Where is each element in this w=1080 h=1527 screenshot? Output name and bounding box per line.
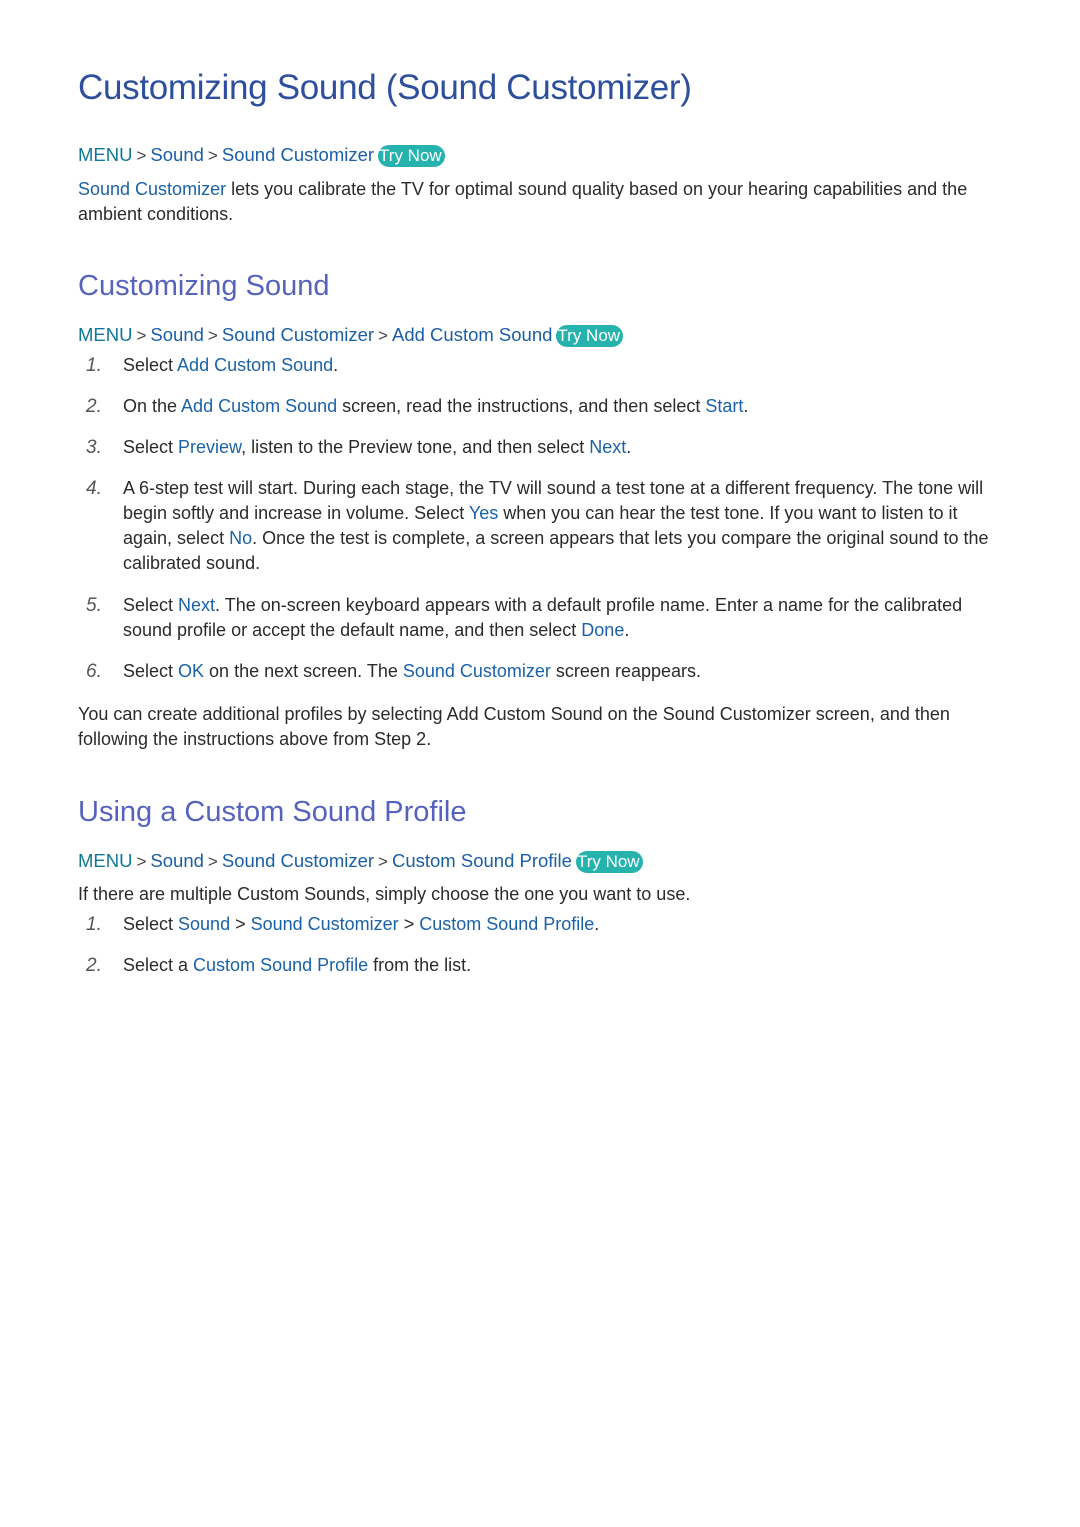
try-now-button[interactable]: Try Now: [556, 325, 624, 347]
step-text: Select a Custom Sound Profile from the l…: [123, 955, 472, 975]
menu-path-intro: MENU > Sound > Sound Customizer Try Now: [78, 144, 445, 167]
intro-description: Sound Customizer lets you calibrate the …: [78, 179, 968, 224]
step-text: Select Preview, listen to the Preview to…: [123, 437, 632, 457]
section-heading-customizing-sound: Customizing Sound: [78, 270, 330, 302]
step-number: 1.: [86, 914, 102, 935]
chevron-right-icon: >: [207, 852, 218, 871]
step-text: Select Next. The on-screen keyboard appe…: [123, 595, 963, 640]
list-item: 4. A 6-step test will start. During each …: [78, 476, 1008, 576]
chevron-right-icon: >: [230, 914, 251, 934]
list-item: 2. On the Add Custom Sound screen, read t…: [78, 394, 1008, 419]
menu-link[interactable]: Add Custom Sound: [181, 396, 337, 416]
path-item-sound-customizer[interactable]: Sound Customizer: [222, 144, 374, 165]
menu-link[interactable]: Sound: [178, 914, 230, 934]
list-item: 2. Select a Custom Sound Profile from the…: [78, 953, 1008, 978]
menu-link[interactable]: Preview: [178, 437, 241, 457]
try-now-button[interactable]: Try Now: [575, 851, 643, 873]
path-item-add-custom-sound[interactable]: Add Custom Sound: [392, 324, 552, 345]
menu-link[interactable]: Next: [178, 595, 215, 615]
menu-link[interactable]: Done: [581, 620, 624, 640]
menu-link[interactable]: Sound Customizer: [251, 914, 399, 934]
list-item: 1. Select Sound > Sound Customizer > Cust…: [78, 912, 1008, 937]
menu-link[interactable]: OK: [178, 661, 204, 681]
step-number: 6.: [86, 661, 102, 682]
menu-link[interactable]: No: [229, 528, 252, 548]
step-text: On the Add Custom Sound screen, read the…: [123, 396, 749, 416]
path-item-sound-customizer[interactable]: Sound Customizer: [222, 324, 374, 345]
chevron-right-icon: >: [378, 326, 388, 345]
path-item-menu[interactable]: MENU: [78, 850, 132, 871]
page-title: Customizing Sound (Sound Customizer): [78, 68, 692, 107]
menu-link[interactable]: Add Custom Sound: [177, 355, 333, 375]
menu-link[interactable]: Start: [705, 396, 743, 416]
chevron-right-icon: >: [207, 146, 218, 165]
menu-link[interactable]: Custom Sound Profile: [193, 955, 368, 975]
additional-profiles-note: You can create additional profiles by se…: [78, 704, 950, 749]
step-number: 2.: [86, 396, 102, 417]
menu-link[interactable]: Yes: [469, 503, 498, 523]
profile-description: If there are multiple Custom Sounds, sim…: [78, 884, 691, 904]
sound-customizer-link[interactable]: Sound Customizer: [78, 179, 226, 199]
path-item-sound-customizer[interactable]: Sound Customizer: [222, 850, 374, 871]
path-item-menu[interactable]: MENU: [78, 144, 132, 165]
step-text: A 6-step test will start. During each st…: [123, 478, 989, 573]
path-item-menu[interactable]: MENU: [78, 324, 132, 345]
chevron-right-icon: >: [398, 914, 420, 934]
menu-path-custom-sound-profile: MENU > Sound > Sound Customizer > Custom Sound…: [78, 850, 643, 873]
step-text: Select OK on the next screen. The Sound …: [123, 661, 702, 681]
chevron-right-icon: >: [136, 146, 147, 165]
chevron-right-icon: >: [136, 852, 147, 871]
menu-link[interactable]: Sound Customizer: [403, 661, 551, 681]
try-now-button[interactable]: Try Now: [378, 145, 445, 167]
section-heading-using-profile: Using a Custom Sound Profile: [78, 796, 467, 828]
list-item: 3. Select Preview, listen to the Preview …: [78, 435, 1008, 460]
step-number: 1.: [86, 355, 102, 376]
menu-link[interactable]: Custom Sound Profile: [419, 914, 594, 934]
menu-path-add-custom-sound: MENU > Sound > Sound Customizer > Add Custom S…: [78, 324, 624, 347]
step-number: 3.: [86, 437, 102, 458]
path-item-sound[interactable]: Sound: [150, 144, 204, 165]
path-item-sound[interactable]: Sound: [150, 324, 204, 345]
chevron-right-icon: >: [378, 852, 388, 871]
step-number: 5.: [86, 595, 102, 616]
list-item: 5. Select Next. The on-screen keyboard ap…: [78, 593, 1008, 643]
chevron-right-icon: >: [136, 326, 147, 345]
path-item-custom-sound-profile[interactable]: Custom Sound Profile: [392, 850, 572, 871]
path-item-sound[interactable]: Sound: [150, 850, 204, 871]
list-item: 6. Select OK on the next screen. The Soun…: [78, 659, 1008, 684]
chevron-right-icon: >: [207, 326, 218, 345]
menu-link[interactable]: Next: [589, 437, 626, 457]
step-text: Select Add Custom Sound.: [123, 355, 339, 375]
step-number: 2.: [86, 955, 102, 976]
step-text: Select Sound > Sound Customizer > Custom…: [123, 914, 600, 934]
step-number: 4.: [86, 478, 102, 499]
list-item: 1. Select Add Custom Sound.: [78, 353, 1008, 378]
